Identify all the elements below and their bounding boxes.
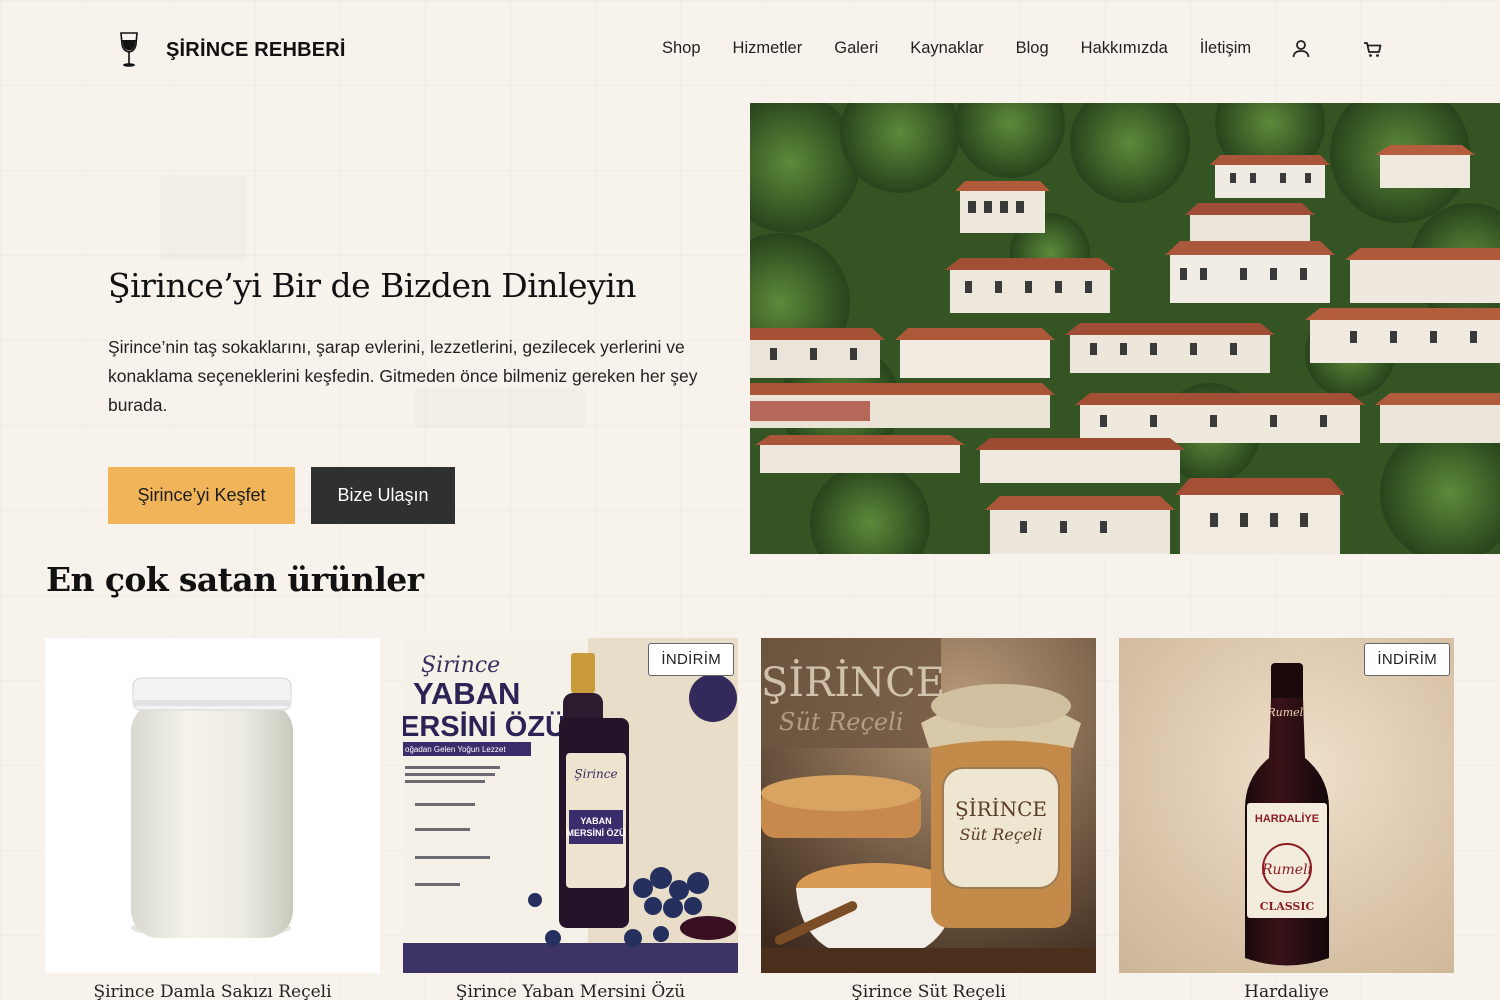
nav-item-shop[interactable]: Shop: [662, 39, 701, 58]
jar-label-line2: Süt Reçeli: [960, 825, 1043, 844]
product-card[interactable]: ŞİRİNCE Süt Reçeli ŞİRİNCE Süt Reçeli Şi…: [761, 638, 1096, 1000]
nav-item-kaynaklar[interactable]: Kaynaklar: [910, 39, 983, 58]
contact-button[interactable]: Bize Ulaşın: [311, 467, 455, 524]
header-actions: [1290, 38, 1384, 60]
user-icon[interactable]: [1290, 38, 1312, 60]
product-image[interactable]: Şirince YABAN ERSİNİ ÖZÜ oğadan Gelen Yo…: [403, 638, 738, 973]
wine-glass-icon: [120, 32, 138, 67]
poster-line2: ERSİNİ ÖZÜ: [403, 710, 566, 743]
product-image[interactable]: [45, 638, 380, 973]
nav-item-hizmetler[interactable]: Hizmetler: [733, 39, 803, 58]
svg-text:YABAN: YABAN: [580, 816, 611, 826]
nav-item-iletisim[interactable]: İletişim: [1200, 39, 1251, 58]
explore-button[interactable]: Şirince’yi Keşfet: [108, 467, 295, 524]
hardaliye-bottle-image: Rumeli HARDALİYE Rumeli CLASSIC: [1119, 638, 1454, 973]
bottle-label-line3: CLASSIC: [1260, 900, 1315, 913]
main-nav: Shop Hizmetler Galeri Kaynaklar Blog Hak…: [662, 39, 1283, 58]
nav-item-hakkimizda[interactable]: Hakkımızda: [1081, 39, 1168, 58]
nav-item-galeri[interactable]: Galeri: [834, 39, 878, 58]
site-logo[interactable]: ŞİRİNCE REHBERİ: [118, 32, 346, 68]
sale-badge: İNDİRİM: [1364, 643, 1450, 676]
cart-icon[interactable]: [1362, 38, 1384, 60]
product-card[interactable]: Şirince YABAN ERSİNİ ÖZÜ oğadan Gelen Yo…: [403, 638, 738, 1000]
product-name[interactable]: Şirince Süt Reçeli: [761, 982, 1096, 1000]
poster-tagline: oğadan Gelen Yoğun Lezzet: [405, 745, 506, 754]
sale-badge: İNDİRİM: [648, 643, 734, 676]
product-name[interactable]: Şirince Damla Sakızı Reçeli: [45, 982, 380, 1000]
blueberry-poster-image: Şirince YABAN ERSİNİ ÖZÜ oğadan Gelen Yo…: [403, 638, 738, 973]
product-card[interactable]: Şirince Damla Sakızı Reçeli: [45, 638, 380, 1000]
poster-brand: Şirince: [421, 653, 500, 678]
svg-text:ŞİRİNCE: ŞİRİNCE: [761, 659, 945, 706]
hero-image-drawing: [750, 103, 1500, 554]
svg-text:Şirince: Şirince: [574, 767, 617, 781]
milk-jam-image: ŞİRİNCE Süt Reçeli ŞİRİNCE Süt Reçeli: [761, 638, 1096, 973]
svg-text:Rumeli: Rumeli: [1266, 706, 1306, 719]
bestsellers-title: En çok satan ürünler: [46, 560, 424, 599]
jar-label-line1: ŞİRİNCE: [955, 797, 1047, 821]
site-header: ŞİRİNCE REHBERİ Shop Hizmetler Galeri Ka…: [0, 0, 1500, 100]
product-card[interactable]: Rumeli HARDALİYE Rumeli CLASSIC İNDİRİM …: [1119, 638, 1454, 1000]
product-name[interactable]: Şirince Yaban Mersini Özü: [403, 982, 738, 1000]
product-image[interactable]: ŞİRİNCE Süt Reçeli ŞİRİNCE Süt Reçeli: [761, 638, 1096, 973]
product-image[interactable]: Rumeli HARDALİYE Rumeli CLASSIC: [1119, 638, 1454, 973]
bottle-label-line1: HARDALİYE: [1255, 812, 1319, 825]
svg-text:MERSİNİ ÖZÜ: MERSİNİ ÖZÜ: [566, 828, 625, 838]
village-hillside-photo: [750, 103, 1500, 554]
nav-item-blog[interactable]: Blog: [1016, 39, 1049, 58]
poster-line1: YABAN: [413, 676, 520, 711]
brand-name: ŞİRİNCE REHBERİ: [166, 38, 346, 61]
svg-text:Süt Reçeli: Süt Reçeli: [779, 708, 903, 736]
hero-title: Şirince’yi Bir de Bizden Dinleyin: [108, 266, 637, 305]
hero-description: Şirince’nin taş sokaklarını, şarap evler…: [108, 337, 698, 415]
background-tile: [160, 175, 246, 260]
bottle-label-line2: Rumeli: [1261, 862, 1312, 878]
product-name[interactable]: Hardaliye: [1119, 982, 1454, 1000]
jar-image: [131, 677, 293, 938]
